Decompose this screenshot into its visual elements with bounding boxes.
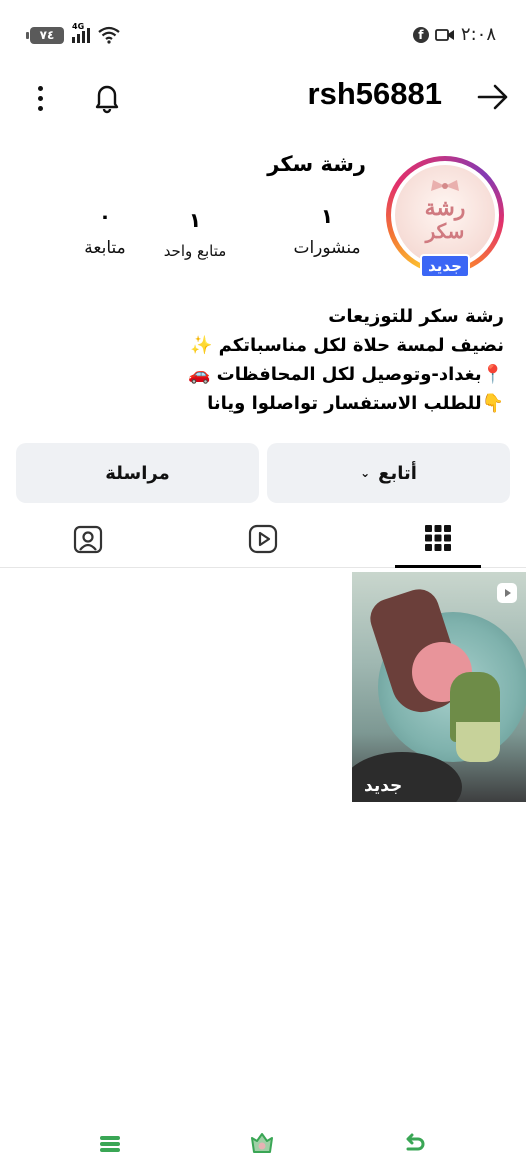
reels-icon bbox=[248, 524, 278, 554]
message-button[interactable]: مراسلة bbox=[16, 443, 259, 503]
back-icon[interactable] bbox=[400, 1130, 428, 1158]
video-call-icon bbox=[435, 28, 454, 41]
facebook-icon: f bbox=[412, 26, 429, 43]
follow-button[interactable]: ⌄ أتابع bbox=[267, 443, 510, 503]
stat-followers[interactable]: ١ متابع واحد bbox=[150, 208, 240, 260]
signal-icon: 4G bbox=[72, 22, 90, 43]
posts-label: منشورات bbox=[293, 238, 361, 258]
wifi-icon bbox=[98, 26, 120, 44]
tab-reels[interactable] bbox=[220, 510, 306, 568]
avatar-logo-text-2: سكر bbox=[425, 219, 465, 243]
status-left: ٧٤ 4G bbox=[26, 22, 120, 44]
tab-tagged[interactable] bbox=[45, 510, 131, 568]
bio-line: 📍بغداد-وتوصيل لكل المحافظات 🚗 bbox=[187, 364, 504, 385]
system-nav-bar bbox=[0, 1118, 526, 1168]
battery-icon: ٧٤ bbox=[26, 26, 64, 44]
network-type: 4G bbox=[72, 22, 85, 31]
bio-line: رشة سكر للتوزيعات bbox=[328, 306, 504, 327]
tagged-person-icon bbox=[73, 525, 103, 554]
stat-posts[interactable]: ١ منشورات bbox=[282, 204, 372, 258]
post-caption: جديد bbox=[364, 776, 403, 796]
follow-button-label: أتابع bbox=[378, 462, 417, 484]
recent-apps-icon[interactable] bbox=[96, 1130, 124, 1158]
home-icon[interactable] bbox=[248, 1130, 276, 1158]
profile-username: rsh56881 bbox=[307, 76, 442, 111]
profile-bio: رشة سكر للتوزيعات نضيف لمسة حلاة لكل منا… bbox=[24, 302, 504, 418]
new-story-badge: جديد bbox=[420, 254, 470, 278]
status-right: f ٢:٠٨ bbox=[412, 24, 496, 45]
stat-following[interactable]: ٠ متابعة bbox=[50, 204, 160, 258]
grid-icon bbox=[425, 524, 451, 551]
clock: ٢:٠٨ bbox=[460, 24, 496, 45]
profile-display-name: رشة سكر bbox=[267, 152, 366, 176]
back-arrow-icon[interactable] bbox=[476, 82, 510, 112]
followers-count: ١ bbox=[188, 208, 202, 232]
tab-posts-grid[interactable] bbox=[395, 510, 481, 568]
message-button-label: مراسلة bbox=[105, 462, 170, 484]
chevron-down-icon: ⌄ bbox=[360, 466, 371, 480]
posts-count: ١ bbox=[320, 204, 334, 228]
bow-icon bbox=[431, 180, 459, 191]
post-thumbnail[interactable]: جديد bbox=[352, 572, 526, 802]
followers-label: متابع واحد bbox=[163, 242, 227, 260]
bio-line: نضيف لمسة حلاة لكل مناسباتكم ✨ bbox=[189, 335, 504, 356]
bio-line: 👇للطلب الاستفسار تواصلوا ويانا bbox=[207, 393, 504, 414]
status-bar: ٧٤ 4G f ٢:٠٨ bbox=[0, 0, 526, 70]
more-options-icon[interactable] bbox=[38, 86, 43, 111]
reel-indicator-icon bbox=[497, 583, 517, 603]
notification-bell-icon[interactable] bbox=[90, 80, 124, 114]
battery-level: ٧٤ bbox=[39, 28, 55, 42]
following-label: متابعة bbox=[84, 238, 126, 258]
following-count: ٠ bbox=[98, 204, 112, 228]
profile-tabs bbox=[0, 510, 526, 568]
avatar: رشة سكر bbox=[395, 165, 495, 265]
avatar-logo-text-1: رشة bbox=[424, 195, 466, 221]
